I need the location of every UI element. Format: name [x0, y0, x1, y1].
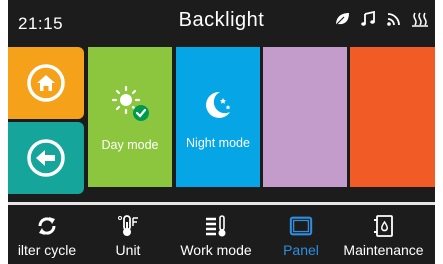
home-icon — [27, 64, 65, 102]
home-button[interactable] — [8, 47, 84, 119]
leaf-icon — [333, 10, 351, 28]
day-mode-label: Day mode — [101, 138, 159, 152]
day-mode-tile[interactable]: Day mode — [88, 47, 172, 187]
music-icon — [359, 10, 377, 28]
nav-maintenance[interactable]: Maintenance — [332, 210, 435, 264]
color-tile-orange[interactable] — [350, 47, 435, 187]
night-mode-tile[interactable]: Night mode — [176, 47, 260, 187]
thermometer-icon — [116, 214, 140, 238]
nav-filter-cycle[interactable]: ilter cycle — [8, 210, 86, 264]
color-tile-purple[interactable] — [263, 47, 347, 187]
nav-work-mode[interactable]: Work mode — [174, 210, 258, 264]
maintenance-icon — [372, 214, 396, 238]
moon-stars-icon — [206, 91, 231, 118]
bottom-nav: ilter cycle Unit Work mode Panel Mainten… — [8, 210, 435, 264]
signal-icon — [385, 10, 403, 28]
panel-icon — [289, 214, 313, 238]
sun-icon — [108, 82, 152, 126]
back-arrow-icon — [27, 139, 65, 177]
cycle-icon — [35, 214, 59, 238]
night-mode-label: Night mode — [186, 136, 250, 150]
heater-icon — [411, 10, 429, 28]
status-icons — [333, 10, 429, 28]
top-bar: 21:15 Backlight — [8, 0, 435, 40]
divider — [8, 202, 435, 205]
nav-panel[interactable]: Panel — [274, 210, 328, 264]
work-mode-icon — [204, 214, 228, 238]
nav-unit[interactable]: Unit — [98, 210, 158, 264]
control-panel-screen: 21:15 Backlight Day mode Night mode ilte… — [8, 0, 435, 264]
back-button[interactable] — [8, 122, 84, 194]
